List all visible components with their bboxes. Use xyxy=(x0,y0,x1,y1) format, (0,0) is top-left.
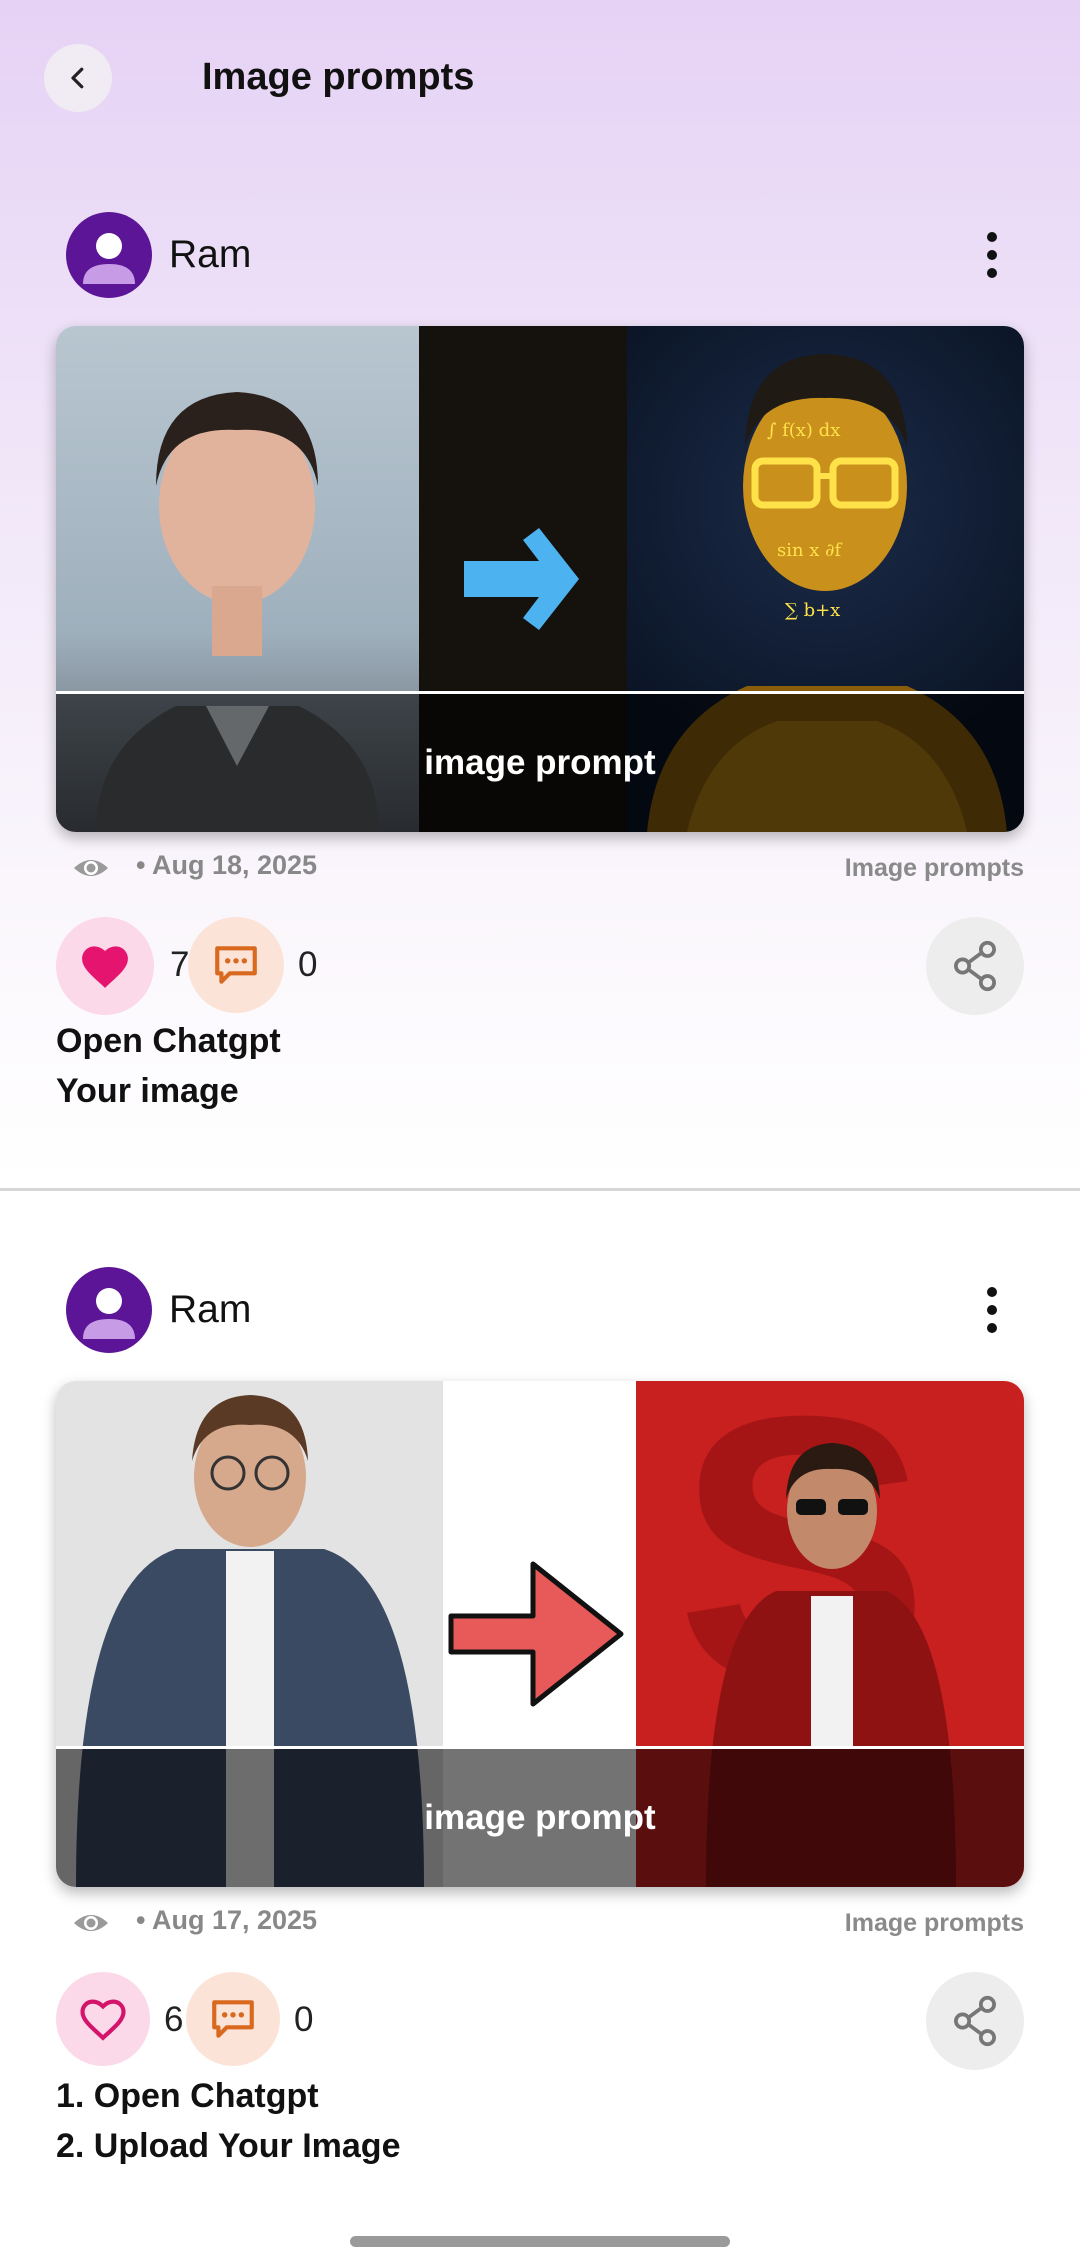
page-title: Image prompts xyxy=(202,56,475,98)
chevron-left-icon xyxy=(71,67,84,89)
post-meta: • Aug 18, 2025 Image prompts xyxy=(72,848,1024,888)
like-count: 6 xyxy=(164,2000,184,2039)
like-button[interactable] xyxy=(56,1972,150,2066)
person-icon xyxy=(83,233,135,284)
comment-count: 0 xyxy=(298,945,318,984)
image-caption: image prompt xyxy=(424,743,656,782)
post-description: 1. Open Chatgpt 2. Upload Your Image xyxy=(56,2071,400,2171)
description-line: 2. Upload Your Image xyxy=(56,2127,401,2165)
post-author[interactable]: Ram xyxy=(66,210,251,300)
svg-text:∑ b+x: ∑ b+x xyxy=(785,600,840,621)
author-name: Ram xyxy=(169,233,252,276)
post-actions: 7 0 xyxy=(56,917,1024,1017)
description-line: Your image xyxy=(56,1072,239,1110)
author-name: Ram xyxy=(169,1288,252,1331)
like-button[interactable] xyxy=(56,917,154,1015)
post-image[interactable]: ∫ f(x) dx sin x ∂f ∑ b+x image prompt xyxy=(56,326,1024,832)
post-divider xyxy=(0,1188,1080,1191)
svg-text:∫ f(x) dx: ∫ f(x) dx xyxy=(767,420,840,441)
heart-filled-icon xyxy=(82,946,128,988)
avatar xyxy=(66,1267,152,1353)
post-category[interactable]: Image prompts xyxy=(845,854,1024,883)
share-button[interactable] xyxy=(926,917,1024,1015)
like-count: 7 xyxy=(170,945,190,984)
post-date: • Aug 18, 2025 xyxy=(136,850,318,880)
more-options-button[interactable] xyxy=(964,1277,1020,1343)
image-caption-overlay: image prompt xyxy=(56,1746,1024,1887)
person-icon xyxy=(83,1288,135,1339)
heart-outline-icon xyxy=(80,1999,126,2041)
share-icon xyxy=(954,940,996,992)
more-vert-icon xyxy=(987,1287,997,1297)
svg-text:sin x ∂f: sin x ∂f xyxy=(777,540,842,561)
comment-icon xyxy=(215,946,257,984)
comment-count: 0 xyxy=(294,2000,314,2039)
image-caption-overlay: image prompt xyxy=(56,691,1024,832)
avatar xyxy=(66,212,152,298)
post-author[interactable]: Ram xyxy=(66,1265,251,1355)
post-description: Open Chatgpt Your image xyxy=(56,1016,281,1116)
more-vert-icon xyxy=(987,232,997,242)
more-options-button[interactable] xyxy=(964,222,1020,288)
post-category[interactable]: Image prompts xyxy=(845,1909,1024,1938)
post-date: • Aug 17, 2025 xyxy=(136,1905,318,1935)
post-actions: 6 0 xyxy=(56,1972,1024,2072)
home-indicator[interactable] xyxy=(350,2236,730,2247)
description-line: Open Chatgpt xyxy=(56,1022,281,1060)
comment-button[interactable] xyxy=(186,1972,280,2066)
comment-icon xyxy=(212,2000,254,2038)
share-button[interactable] xyxy=(926,1972,1024,2070)
post-meta: • Aug 17, 2025 Image prompts xyxy=(72,1903,1024,1943)
eye-icon xyxy=(74,1915,108,1931)
app-bar: Image prompts xyxy=(0,0,1080,160)
image-caption: image prompt xyxy=(424,1798,656,1837)
description-line: 1. Open Chatgpt xyxy=(56,2077,319,2115)
share-icon xyxy=(954,1995,996,2047)
eye-icon xyxy=(74,860,108,876)
post-image[interactable]: S image prompt xyxy=(56,1381,1024,1887)
comment-button[interactable] xyxy=(188,917,284,1013)
back-button[interactable] xyxy=(44,44,112,112)
